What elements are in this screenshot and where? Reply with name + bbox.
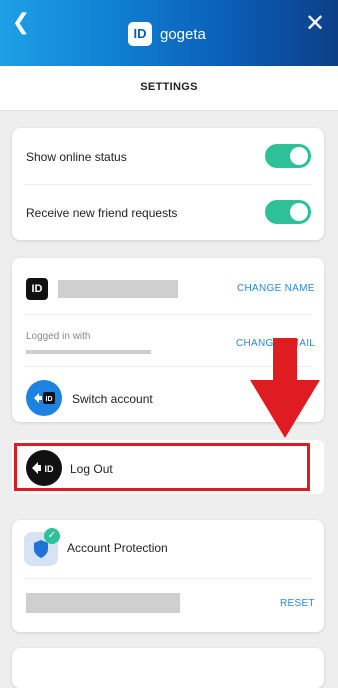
show-online-status-label: Show online status [26,150,127,164]
toggle-knob [290,203,308,221]
app-name: gogeta [160,25,206,43]
back-button[interactable]: ❮ [8,10,34,36]
close-icon: ✕ [304,9,326,37]
switch-account-icon: ID [26,380,62,416]
highlight-box [14,443,310,491]
close-button[interactable]: ✕ [302,10,328,36]
account-protection-card: ✓ Account Protection RESET [12,520,324,632]
status-card: Show online status Receive new friend re… [12,128,324,240]
toggle-knob [290,147,308,165]
logo-icon: ID [128,22,152,46]
chevron-left-icon: ❮ [11,10,31,35]
svg-text:ID: ID [46,396,53,403]
page-title: SETTINGS [140,81,198,93]
redacted-email [26,350,151,354]
switch-account-label[interactable]: Switch account [72,392,153,406]
redacted-protection-info [26,593,180,613]
reset-link[interactable]: RESET [280,598,315,609]
divider [24,184,312,185]
friend-requests-toggle[interactable] [265,200,311,224]
settings-subbar: SETTINGS [0,66,338,111]
check-badge-icon: ✓ [44,528,60,544]
change-name-link[interactable]: CHANGE NAME [237,283,315,294]
redacted-username [58,280,178,298]
logged-in-with-label: Logged in with [26,331,91,342]
next-card [12,648,324,688]
brand: ID gogeta [128,22,206,46]
red-arrow-annotation [250,338,320,438]
show-online-status-toggle[interactable] [265,144,311,168]
app-header: ❮ ID gogeta ✕ [0,0,338,66]
friend-requests-label: Receive new friend requests [26,206,178,220]
id-icon: ID [26,278,48,300]
account-protection-label: Account Protection [67,541,168,555]
divider [24,314,312,315]
divider [24,578,312,579]
